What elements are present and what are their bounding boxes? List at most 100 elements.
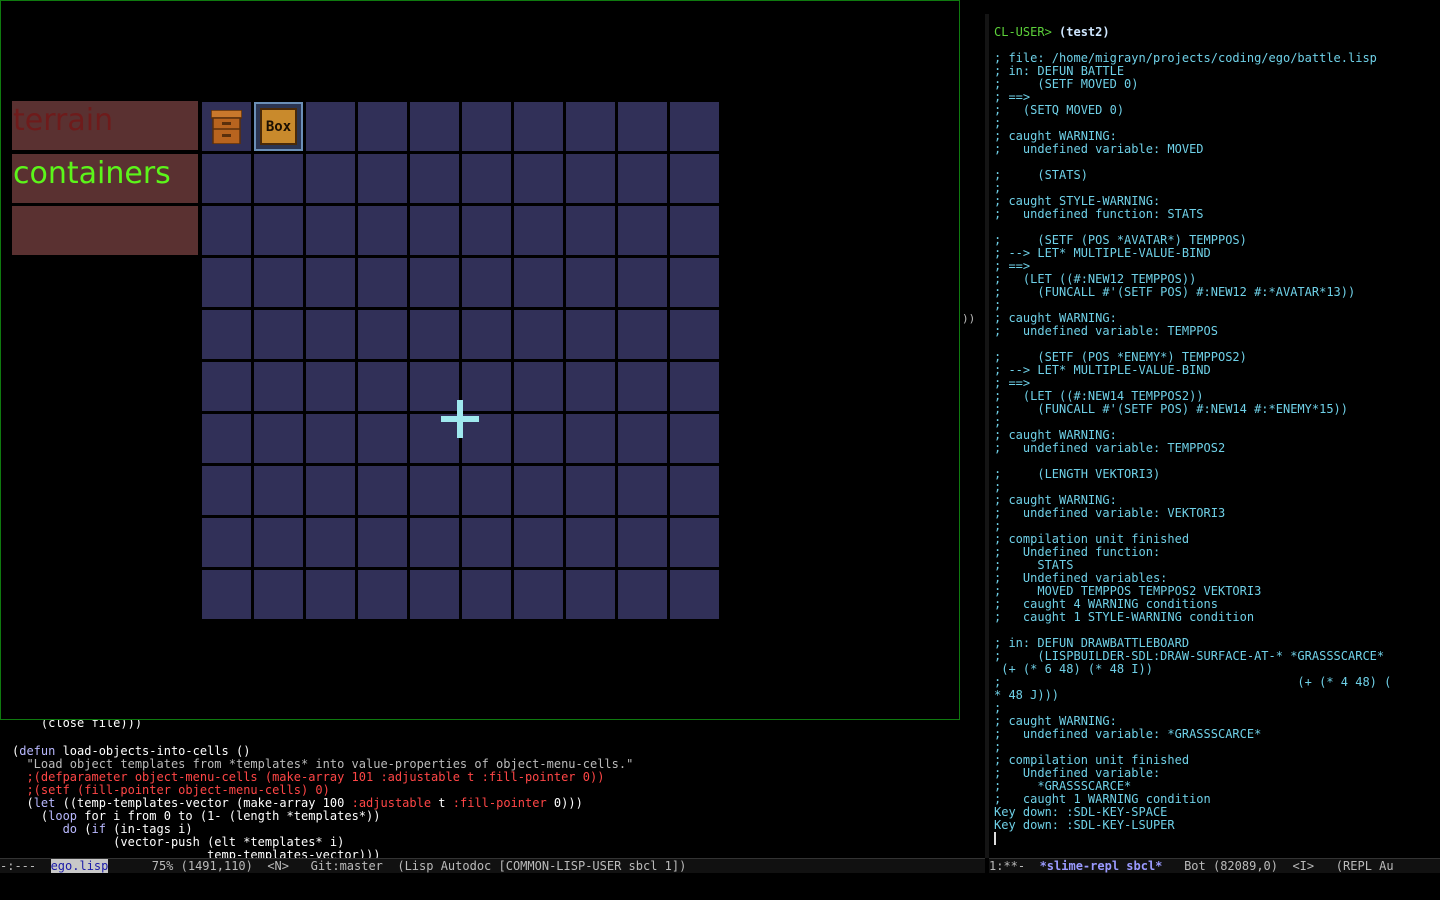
grid-cell[interactable] [670, 154, 719, 203]
grid-cell[interactable] [670, 206, 719, 255]
grid-cell[interactable] [618, 570, 667, 619]
menu-item-terrain[interactable]: terrain [12, 101, 198, 150]
grid-cell[interactable] [202, 466, 251, 515]
grid-cell[interactable] [410, 466, 459, 515]
grid-cell[interactable] [566, 102, 615, 151]
grid-cell[interactable] [254, 414, 303, 463]
grid-cell[interactable] [566, 362, 615, 411]
grid-cell[interactable] [358, 154, 407, 203]
grid-cell[interactable] [306, 258, 355, 307]
grid-cell[interactable] [202, 258, 251, 307]
grid-cell[interactable] [618, 414, 667, 463]
grid-cell[interactable] [566, 258, 615, 307]
grid-cell[interactable] [670, 518, 719, 567]
grid-cell[interactable] [618, 258, 667, 307]
grid-cell[interactable] [670, 310, 719, 359]
grid-cell[interactable] [254, 258, 303, 307]
grid-cell[interactable] [514, 258, 563, 307]
grid-cell[interactable] [202, 154, 251, 203]
grid-cell[interactable] [618, 518, 667, 567]
box-icon[interactable]: Box [260, 108, 297, 145]
grid-cell[interactable] [306, 362, 355, 411]
grid-cell[interactable] [514, 102, 563, 151]
cabinet-icon[interactable] [210, 109, 243, 145]
grid-cell[interactable] [514, 362, 563, 411]
grid-cell[interactable] [514, 518, 563, 567]
grid-cell[interactable] [254, 310, 303, 359]
grid-cell[interactable] [462, 570, 511, 619]
grid-cell[interactable] [358, 258, 407, 307]
grid-cell[interactable] [462, 518, 511, 567]
grid-cell[interactable] [618, 154, 667, 203]
grid-cell[interactable] [410, 206, 459, 255]
slime-repl[interactable]: CL-USER> (test2) ; file: /home/migrayn/p… [994, 26, 1434, 858]
grid-cell[interactable] [566, 466, 615, 515]
grid-cell[interactable] [410, 258, 459, 307]
grid-cell[interactable]: Box [254, 102, 303, 151]
grid-cell[interactable] [514, 466, 563, 515]
menu-item-containers[interactable]: containers [12, 154, 198, 203]
grid-cell[interactable] [618, 102, 667, 151]
grid-cell[interactable] [202, 206, 251, 255]
grid-cell[interactable] [202, 102, 251, 151]
grid-cell[interactable] [410, 518, 459, 567]
grid-cell[interactable] [670, 414, 719, 463]
grid-cell[interactable] [618, 466, 667, 515]
grid-cell[interactable] [410, 102, 459, 151]
grid-cell[interactable] [202, 362, 251, 411]
grid-cell[interactable] [462, 206, 511, 255]
grid-cell[interactable] [410, 570, 459, 619]
grid-cell[interactable] [306, 518, 355, 567]
grid-cell[interactable] [670, 258, 719, 307]
grid-cell[interactable] [566, 414, 615, 463]
grid-cell[interactable] [462, 258, 511, 307]
menu-item-empty[interactable] [12, 206, 198, 255]
grid-cell[interactable] [514, 570, 563, 619]
buffer-name-slime-repl[interactable]: *slime-repl sbcl* [1040, 859, 1163, 873]
grid-cell[interactable] [566, 518, 615, 567]
grid-cell[interactable] [462, 466, 511, 515]
grid-cell[interactable] [670, 570, 719, 619]
grid-cell[interactable] [358, 362, 407, 411]
grid-cell[interactable] [670, 102, 719, 151]
grid-cell[interactable] [514, 206, 563, 255]
grid-cell[interactable] [410, 154, 459, 203]
grid-cell[interactable] [410, 310, 459, 359]
grid-cell[interactable] [566, 206, 615, 255]
grid-cell[interactable] [358, 206, 407, 255]
grid-cell[interactable] [254, 362, 303, 411]
grid-cell[interactable] [254, 206, 303, 255]
grid-cell[interactable] [462, 154, 511, 203]
grid-cell[interactable] [358, 414, 407, 463]
window-divider[interactable] [985, 14, 989, 858]
grid-cell[interactable] [306, 466, 355, 515]
grid-cell[interactable] [618, 310, 667, 359]
grid-cell[interactable] [514, 154, 563, 203]
grid-cell[interactable] [358, 570, 407, 619]
grid-cell[interactable] [254, 466, 303, 515]
grid-cell[interactable] [566, 310, 615, 359]
buffer-name-ego-lisp[interactable]: ego.lisp [50, 859, 109, 873]
grid-cell[interactable] [202, 518, 251, 567]
grid-cell[interactable] [358, 518, 407, 567]
grid-cell[interactable] [254, 154, 303, 203]
grid-cell[interactable] [202, 570, 251, 619]
grid-cell[interactable] [202, 310, 251, 359]
grid-cell[interactable] [254, 518, 303, 567]
game-window[interactable]: terrain containers Box [0, 0, 960, 720]
grid-cell[interactable] [254, 570, 303, 619]
grid-cell[interactable] [202, 414, 251, 463]
grid-cell[interactable] [358, 310, 407, 359]
grid-cell[interactable] [618, 362, 667, 411]
grid-cell[interactable] [462, 310, 511, 359]
grid-cell[interactable] [566, 154, 615, 203]
grid-cell[interactable] [618, 206, 667, 255]
grid-cell[interactable] [306, 206, 355, 255]
grid-cell[interactable] [306, 414, 355, 463]
grid-cell[interactable] [670, 362, 719, 411]
grid-cell[interactable] [306, 102, 355, 151]
grid-cell[interactable] [514, 310, 563, 359]
grid-cell[interactable] [358, 102, 407, 151]
grid-cell[interactable] [358, 466, 407, 515]
grid-cell[interactable] [514, 414, 563, 463]
